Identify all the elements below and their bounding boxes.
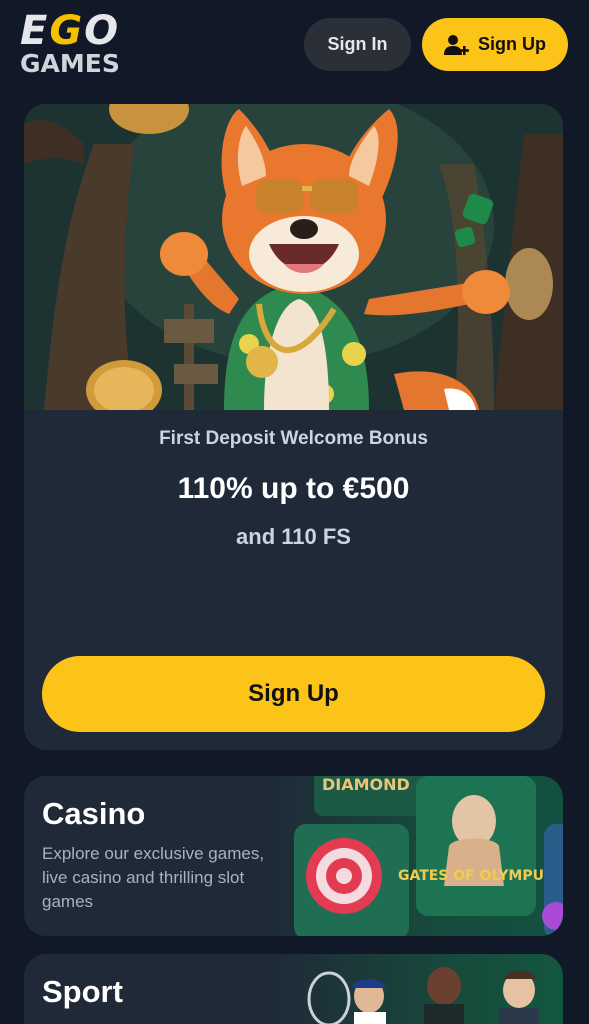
welcome-bonus-card: First Deposit Welcome Bonus 110% up to €… bbox=[24, 104, 563, 750]
fox-mascot-illustration bbox=[24, 104, 563, 410]
sign-up-label: Sign Up bbox=[478, 34, 546, 54]
bonus-free-spins: and 110 FS bbox=[236, 524, 351, 549]
olympus-tile-label: GATES OF OLYMPUS bbox=[398, 868, 554, 884]
bonus-amount: 110% up to €500 bbox=[177, 472, 410, 505]
bonus-hero-image bbox=[24, 104, 563, 410]
casino-games-illustration: DIAMOND GATES OF OLYMPUS bbox=[294, 776, 563, 936]
sign-in-button[interactable]: Sign In bbox=[304, 18, 411, 71]
header: EGO GAMES Sign In Sign Up bbox=[0, 0, 589, 92]
casino-title: Casino bbox=[42, 796, 146, 831]
bonus-sign-up-button[interactable]: Sign Up bbox=[42, 656, 545, 732]
ego-games-logo[interactable]: EGO GAMES bbox=[20, 8, 156, 78]
casino-card[interactable]: Casino Explore our exclusive games, live… bbox=[24, 776, 563, 936]
sign-up-button[interactable]: Sign Up bbox=[422, 18, 568, 71]
logo-wordmark-bottom: GAMES bbox=[20, 49, 120, 78]
diamond-tile-label: DIAMOND bbox=[322, 776, 410, 794]
add-user-icon bbox=[444, 34, 469, 55]
sport-card[interactable]: Sport bbox=[24, 954, 563, 1024]
bonus-subtitle: First Deposit Welcome Bonus bbox=[159, 428, 428, 449]
logo-wordmark-top: EGO bbox=[20, 8, 121, 54]
sport-athletes-illustration bbox=[307, 967, 539, 1024]
casino-description: Explore our exclusive games, live casino… bbox=[42, 844, 265, 911]
sport-title: Sport bbox=[42, 974, 123, 1009]
